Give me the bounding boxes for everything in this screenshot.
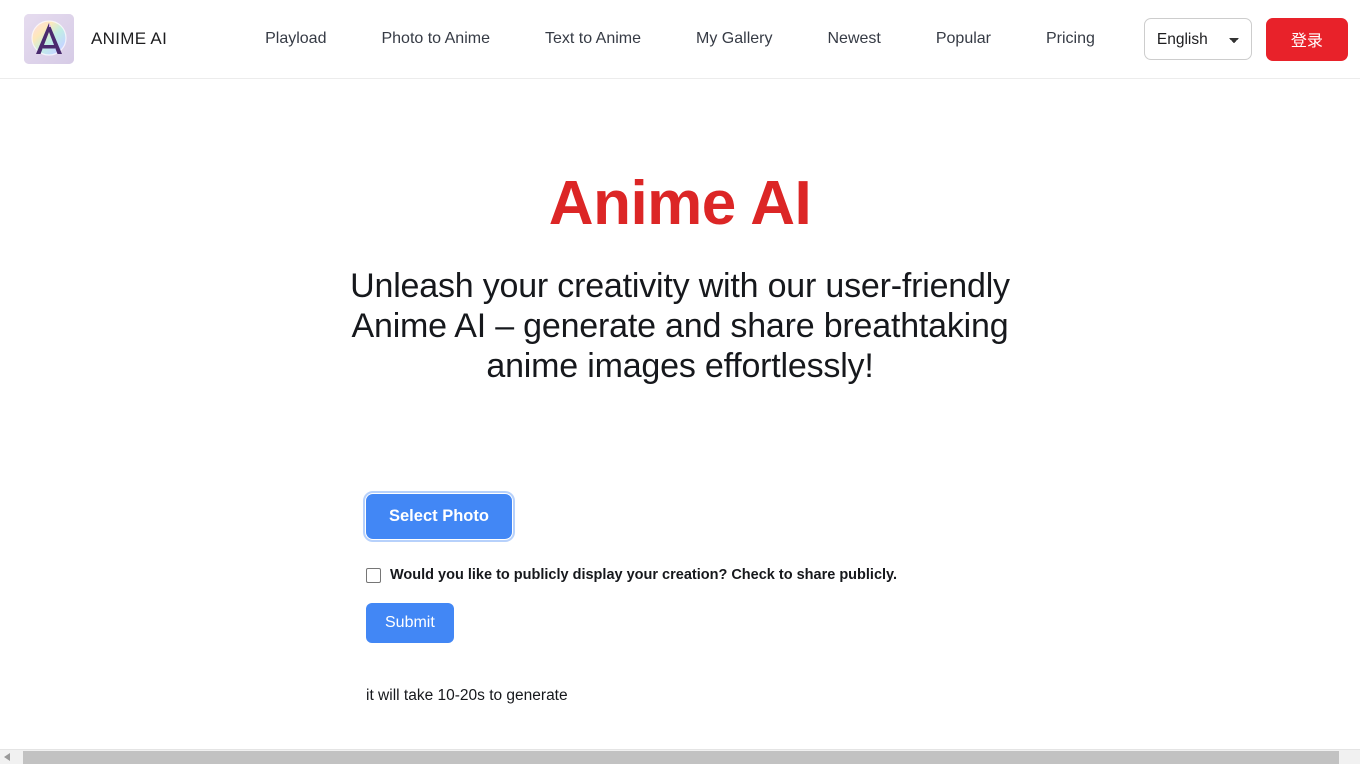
page-title: Anime AI (548, 169, 812, 238)
nav-item-playload[interactable]: Playload (265, 24, 326, 54)
public-display-checkbox[interactable] (366, 567, 381, 583)
browser-viewport: ANIME AI Playload Photo to Anime Text to… (0, 0, 1360, 764)
select-photo-button[interactable]: Select Photo (363, 491, 515, 542)
page-content: ANIME AI Playload Photo to Anime Text to… (0, 0, 1360, 749)
nav-item-text-to-anime[interactable]: Text to Anime (545, 24, 641, 54)
nav-item-my-gallery[interactable]: My Gallery (696, 24, 772, 54)
hero-subtitle: Unleash your creativity with our user-fr… (350, 267, 1010, 385)
horizontal-scrollbar[interactable] (0, 749, 1360, 764)
brand-name: ANIME AI (91, 29, 168, 48)
hero-section: Anime AI Unleash your creativity with ou… (0, 79, 1360, 386)
site-header: ANIME AI Playload Photo to Anime Text to… (0, 0, 1360, 79)
nav-item-photo-to-anime[interactable]: Photo to Anime (381, 24, 490, 54)
main-nav: Playload Photo to Anime Text to Anime My… (265, 24, 1095, 54)
generation-time-hint: it will take 10-20s to generate (366, 687, 568, 704)
brand[interactable]: ANIME AI (24, 14, 167, 64)
anime-ai-logo-icon (24, 14, 74, 64)
scrollbar-thumb[interactable] (23, 750, 1339, 764)
nav-item-popular[interactable]: Popular (936, 24, 991, 54)
login-button[interactable]: 登录 (1265, 17, 1348, 61)
upload-form: Select Photo Would you like to publicly … (0, 491, 1360, 705)
scrollbar-track[interactable] (15, 749, 1360, 764)
nav-item-pricing[interactable]: Pricing (1046, 24, 1095, 54)
public-display-row: Would you like to publicly display your … (366, 567, 1360, 583)
triangle-left-icon[interactable] (0, 749, 15, 764)
header-actions: English 登录 (1143, 17, 1348, 61)
public-display-label[interactable]: Would you like to publicly display your … (390, 567, 897, 583)
submit-button[interactable]: Submit (366, 603, 454, 643)
language-select[interactable]: English (1143, 18, 1252, 60)
nav-item-newest[interactable]: Newest (827, 24, 880, 54)
